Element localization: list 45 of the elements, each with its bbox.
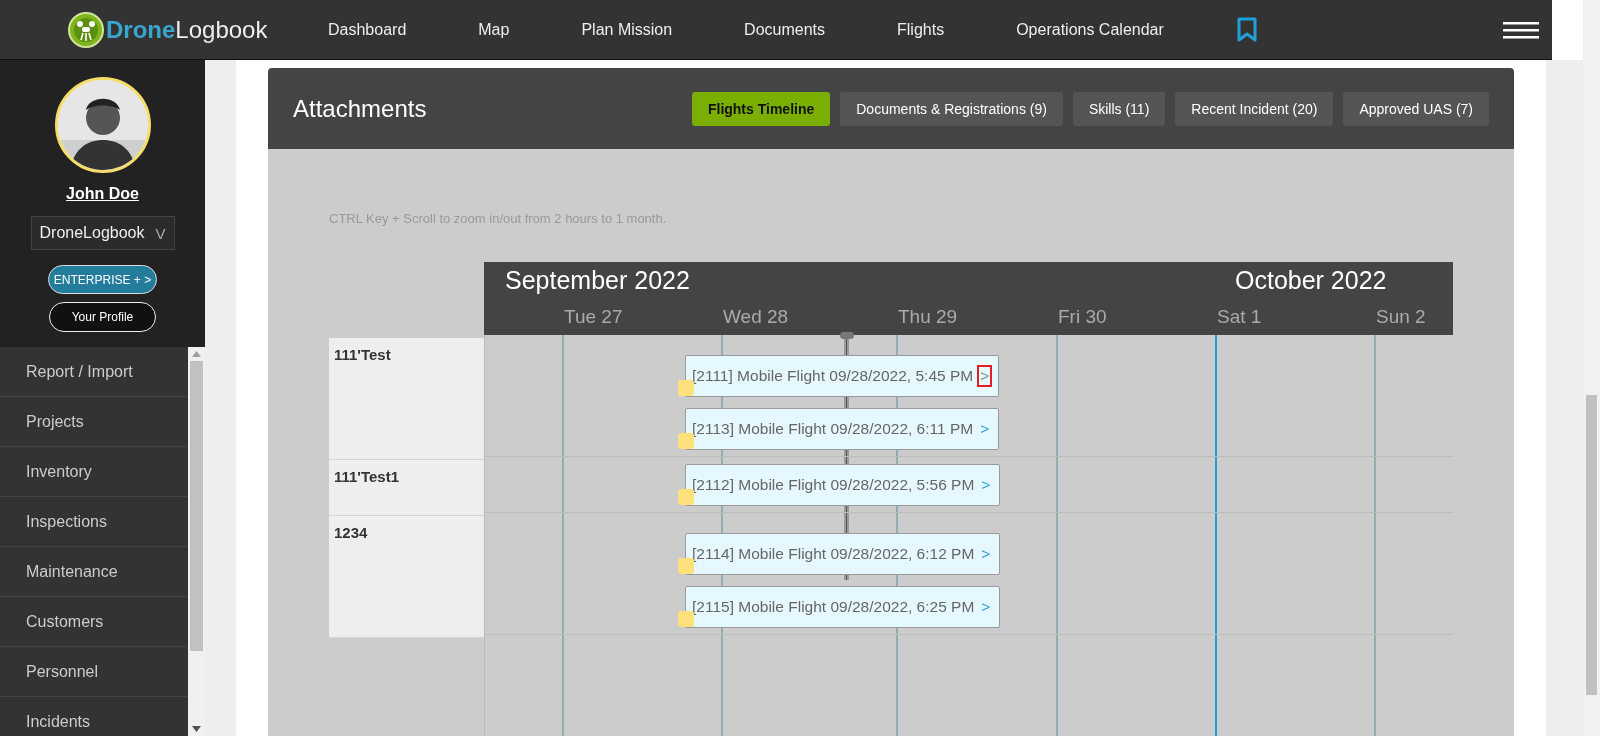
flag-marker (678, 558, 694, 574)
month-label: September 2022 (505, 266, 690, 295)
page-scrollbar[interactable] (1583, 0, 1600, 736)
drone-logo-icon (68, 11, 104, 48)
flight-item[interactable]: [2114] Mobile Flight 09/28/2022, 6:12 PM > (685, 533, 1001, 575)
day-label: Tue 27 (564, 306, 623, 328)
panel-title: Attachments (293, 94, 427, 123)
flight-item[interactable]: [2111] Mobile Flight 09/28/2022, 5:45 PM > (685, 355, 1000, 397)
nav-link[interactable]: Map (478, 20, 510, 39)
flight-item[interactable]: [2113] Mobile Flight 09/28/2022, 6:11 PM > (685, 408, 1000, 450)
organization-dropdown[interactable]: DroneLogbook V (30, 216, 175, 250)
flight-item[interactable]: [2115] Mobile Flight 09/28/2022, 6:25 PM > (685, 586, 1001, 628)
nav-link[interactable]: Dashboard (328, 20, 407, 39)
month-label: October 2022 (1235, 266, 1387, 295)
bookmark-icon[interactable] (1235, 16, 1258, 43)
user-name-link[interactable]: John Doe (66, 185, 139, 203)
tab[interactable]: Recent Incident (20) (1175, 91, 1334, 126)
tab[interactable]: Approved UAS (7) (1343, 91, 1489, 126)
day-label: Sat 1 (1217, 306, 1262, 328)
day-label: Wed 28 (723, 306, 789, 328)
flag-marker (678, 611, 694, 627)
caret-icon: V (155, 224, 166, 242)
group-name: 111'Test1 (334, 468, 399, 485)
group-name: 111'Test (334, 346, 391, 363)
tab[interactable]: Flights Timeline (691, 91, 831, 126)
nav-link[interactable]: Operations Calendar (1016, 20, 1164, 39)
app-logo[interactable]: DroneLogbook (68, 11, 328, 48)
group-name: 1234 (334, 524, 368, 541)
enterprise-button[interactable]: ENTERPRISE + > (48, 265, 157, 294)
nav-link[interactable]: Plan Mission (581, 20, 673, 39)
day-label: Fri 30 (1058, 306, 1107, 328)
menu-icon[interactable] (1503, 19, 1539, 40)
sidebar-scrollbar[interactable] (188, 347, 205, 736)
flag-marker (678, 489, 694, 505)
your-profile-button[interactable]: Your Profile (49, 302, 156, 332)
nav-link[interactable]: Flights (897, 20, 945, 39)
scroll-down-icon[interactable] (192, 726, 201, 732)
day-label: Thu 29 (898, 306, 958, 328)
tab[interactable]: Skills (11) (1072, 91, 1166, 126)
flag-marker (678, 380, 694, 396)
flight-item[interactable]: [2112] Mobile Flight 09/28/2022, 5:56 PM > (685, 464, 1001, 506)
nav-link[interactable]: Documents (744, 20, 826, 39)
day-label: Sun 2 (1376, 306, 1426, 328)
flag-marker (678, 433, 694, 449)
tab[interactable]: Documents & Registrations (9) (840, 91, 1063, 126)
